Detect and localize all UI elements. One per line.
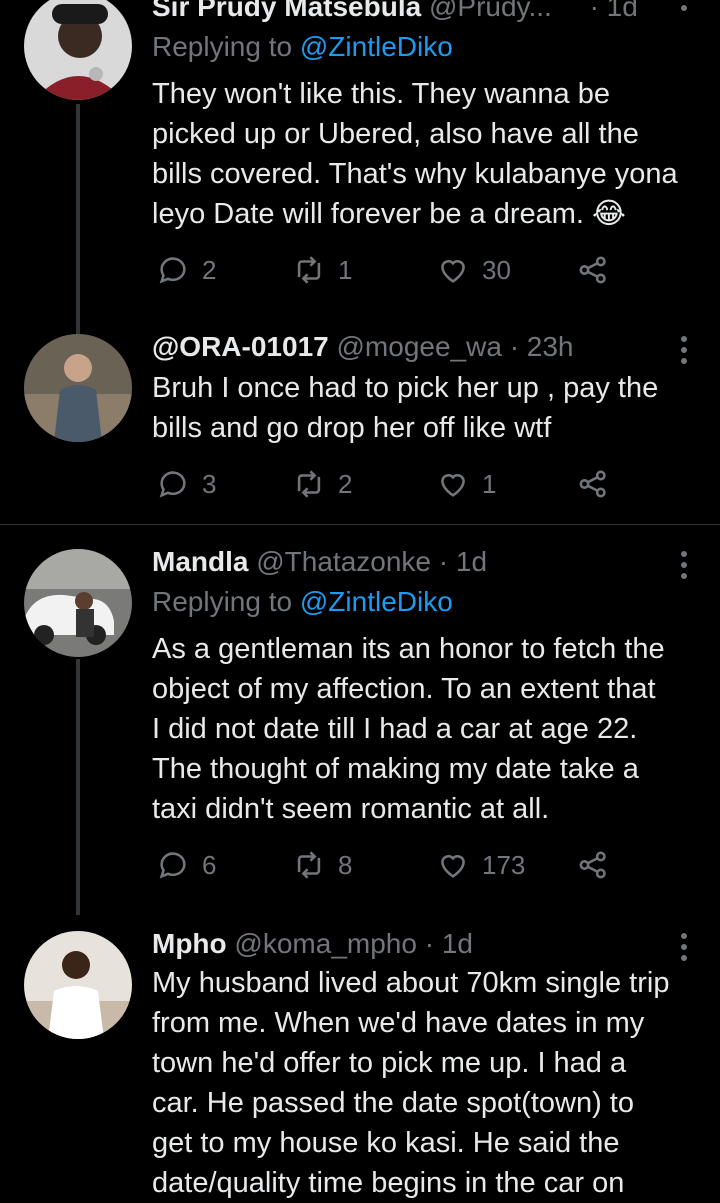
retweet-icon — [297, 851, 321, 879]
replying-to: Replying to @ZintleDiko — [152, 31, 453, 62]
display-name[interactable]: Sir Prudy Matsebula — [152, 0, 421, 22]
user-handle[interactable]: @mogee_wa — [337, 331, 502, 362]
thread-line — [76, 659, 80, 915]
like-button[interactable]: 173 — [436, 845, 525, 885]
tweet-text: Bruh I once had to pick her up , pay the… — [152, 372, 659, 444]
replying-to: Replying to @ZintleDiko — [152, 586, 453, 617]
more-options-icon[interactable] — [678, 933, 690, 966]
mention-link[interactable]: @ZintleDiko — [300, 586, 453, 617]
reply-icon — [159, 257, 186, 284]
avatar[interactable] — [24, 549, 132, 657]
timestamp[interactable]: · 1d — [590, 0, 638, 22]
share-button[interactable] — [576, 845, 622, 885]
retweet-count: 8 — [338, 849, 353, 880]
heart-icon — [441, 260, 465, 283]
tweet-actions: 6 8 173 — [152, 845, 622, 885]
share-icon — [579, 256, 606, 284]
more-options-icon[interactable] — [678, 551, 690, 584]
more-options-icon[interactable] — [678, 0, 690, 16]
reply-count: 3 — [202, 468, 217, 499]
share-button[interactable] — [576, 250, 622, 290]
retweet-button[interactable]: 8 — [292, 845, 352, 885]
tweet[interactable]: @ORA-01017 @mogee_wa · 23h Bruh I once h… — [0, 320, 720, 524]
like-count: 1 — [482, 468, 497, 499]
tweet[interactable]: Mpho @koma_mpho · 1d My husband lived ab… — [0, 915, 720, 1199]
more-options-icon[interactable] — [678, 336, 690, 369]
tweet-text: As a gentleman its an honor to fetch the… — [152, 633, 665, 825]
like-count: 173 — [482, 849, 526, 880]
display-name[interactable]: Mandla — [152, 546, 248, 577]
tweet-actions: 2 1 30 — [152, 250, 622, 290]
tweet-header: Sir Prudy Matsebula @Prudy... · 1d — [152, 0, 660, 24]
tweet[interactable]: Mandla @Thatazonke · 1d Replying to @Zin… — [0, 525, 720, 915]
avatar[interactable] — [24, 931, 132, 1039]
display-name[interactable]: Mpho — [152, 928, 227, 959]
heart-icon — [441, 474, 465, 497]
tweet[interactable]: Sir Prudy Matsebula @Prudy... · 1d Reply… — [0, 0, 720, 340]
share-icon — [579, 851, 606, 879]
avatar[interactable] — [24, 0, 132, 100]
user-handle[interactable]: @Thatazonke — [256, 546, 431, 577]
display-name[interactable]: @ORA-01017 — [152, 331, 329, 362]
share-button[interactable] — [576, 464, 622, 504]
retweet-button[interactable]: 1 — [292, 250, 352, 290]
tweet-header: Mpho @koma_mpho · 1d — [152, 927, 660, 961]
like-button[interactable]: 30 — [436, 250, 511, 290]
reply-count: 2 — [202, 254, 217, 285]
tweet-header: @ORA-01017 @mogee_wa · 23h — [152, 330, 660, 364]
reply-button[interactable]: 6 — [156, 845, 216, 885]
avatar[interactable] — [24, 334, 132, 442]
heart-icon — [441, 855, 465, 878]
share-icon — [579, 470, 606, 498]
reply-icon — [159, 471, 186, 498]
reply-icon — [159, 852, 186, 879]
retweet-icon — [297, 256, 321, 284]
thread-line — [76, 104, 80, 340]
retweet-count: 1 — [338, 254, 353, 285]
timestamp[interactable]: · 1d — [439, 546, 487, 577]
like-count: 30 — [482, 254, 511, 285]
tweet-text: They won't like this. They wanna be pick… — [152, 78, 678, 230]
reply-button[interactable]: 2 — [156, 250, 216, 290]
timestamp[interactable]: · 1d — [425, 928, 473, 959]
tweet-actions: 3 2 1 — [152, 464, 622, 504]
user-handle[interactable]: @koma_mpho — [234, 928, 417, 959]
tweet-header: Mandla @Thatazonke · 1d — [152, 545, 660, 579]
reply-count: 6 — [202, 849, 217, 880]
timestamp[interactable]: · 23h — [510, 331, 574, 362]
retweet-count: 2 — [338, 468, 353, 499]
tweet-text: My husband lived about 70km single trip … — [152, 967, 670, 1199]
user-handle[interactable]: @Prudy... — [429, 0, 552, 22]
mention-link[interactable]: @ZintleDiko — [300, 31, 453, 62]
like-button[interactable]: 1 — [436, 464, 496, 504]
retweet-icon — [297, 470, 321, 498]
retweet-button[interactable]: 2 — [292, 464, 352, 504]
reply-button[interactable]: 3 — [156, 464, 216, 504]
